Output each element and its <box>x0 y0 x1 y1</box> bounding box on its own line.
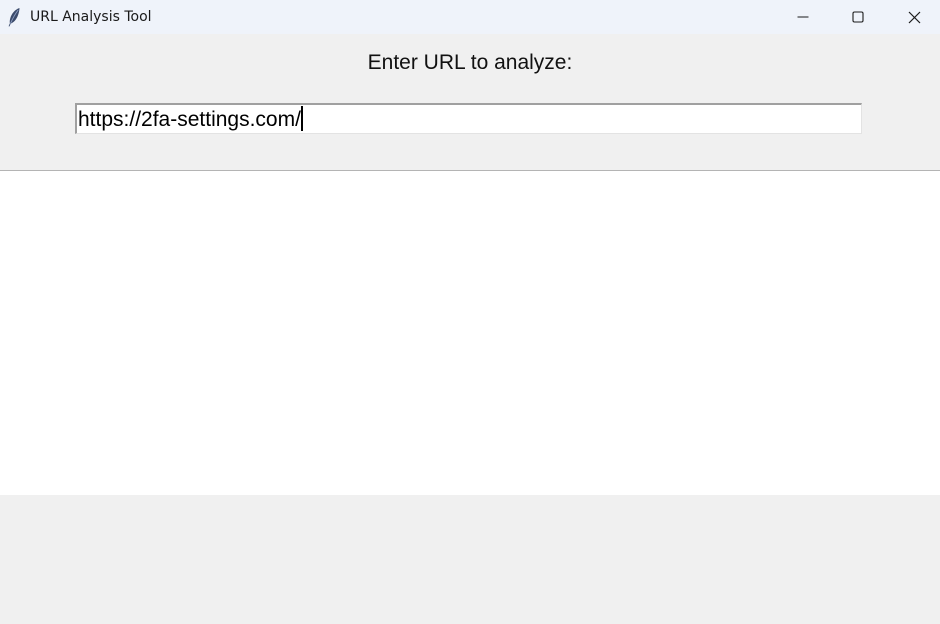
maximize-button[interactable] <box>830 0 886 34</box>
text-caret <box>300 106 303 131</box>
title-bar[interactable]: URL Analysis Tool <box>0 0 940 34</box>
url-prompt-label: Enter URL to analyze: <box>367 51 573 74</box>
maximize-icon <box>852 11 864 23</box>
minimize-icon <box>797 16 809 18</box>
close-button[interactable] <box>886 0 940 34</box>
results-area[interactable] <box>0 172 940 495</box>
close-icon <box>908 11 920 23</box>
feather-icon <box>7 7 21 27</box>
input-panel: Enter URL to analyze: https://2fa-settin… <box>0 34 940 170</box>
url-input-value: https://2fa-settings.com/ <box>78 108 301 131</box>
bottom-panel <box>0 495 940 624</box>
app-window: URL Analysis Tool Enter URL to analyze: … <box>0 0 940 624</box>
minimize-button[interactable] <box>775 0 831 34</box>
url-input[interactable]: https://2fa-settings.com/ <box>75 103 862 134</box>
window-title: URL Analysis Tool <box>30 9 152 25</box>
